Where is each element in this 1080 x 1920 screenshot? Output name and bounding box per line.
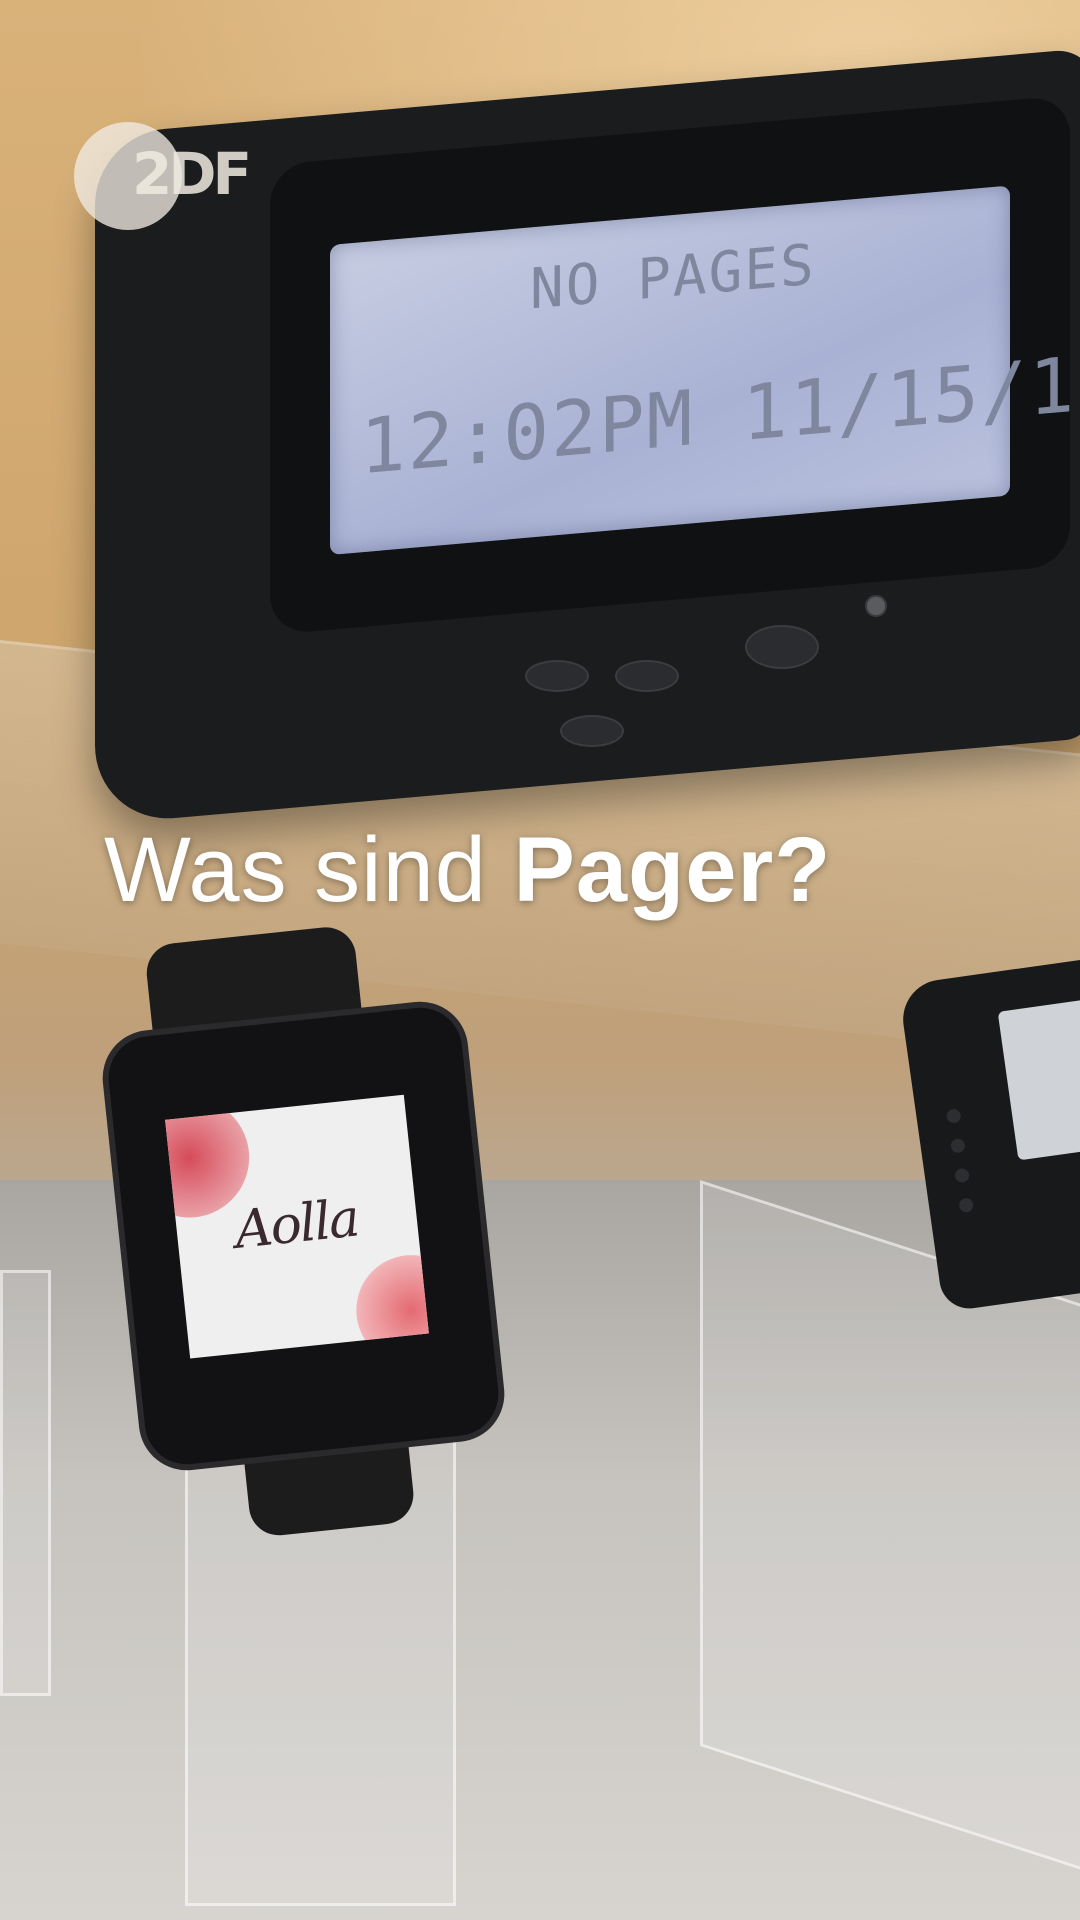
speaker-hole xyxy=(958,1197,975,1214)
speaker-hole xyxy=(949,1137,966,1154)
speaker-hole xyxy=(945,1108,962,1124)
pager-button xyxy=(560,715,624,747)
headline-regular: Was sind xyxy=(104,819,514,921)
headline-bold: Pager? xyxy=(513,819,832,921)
headline-caption: Was sind Pager? xyxy=(104,818,1004,923)
pager-button xyxy=(615,660,679,692)
pager-indicator-light xyxy=(865,595,887,617)
logo-text: 2DF xyxy=(132,140,252,208)
zdf-logo: 2DF xyxy=(74,122,264,232)
pager-button xyxy=(525,660,589,692)
screen-swoosh xyxy=(350,1249,429,1359)
pager-button xyxy=(745,625,819,669)
pager-lcd-display: NO PAGES 12:02PM 11/15/10 xyxy=(330,185,1080,556)
acrylic-stand-edge xyxy=(0,1270,51,1696)
watch-brand-logo: Aolla xyxy=(231,1188,361,1261)
lcd-datetime-text: 12:02PM 11/15/10 xyxy=(360,335,1080,492)
speaker-hole xyxy=(954,1167,970,1184)
right-device-screen xyxy=(997,999,1080,1161)
video-frame: NO PAGES 12:02PM 11/15/10 2DF Was sind P… xyxy=(0,0,1080,1920)
wrist-pager-watch: Aolla xyxy=(97,997,510,1475)
lcd-status-text: NO PAGES xyxy=(530,232,816,323)
watch-screen: Aolla xyxy=(165,1094,429,1359)
